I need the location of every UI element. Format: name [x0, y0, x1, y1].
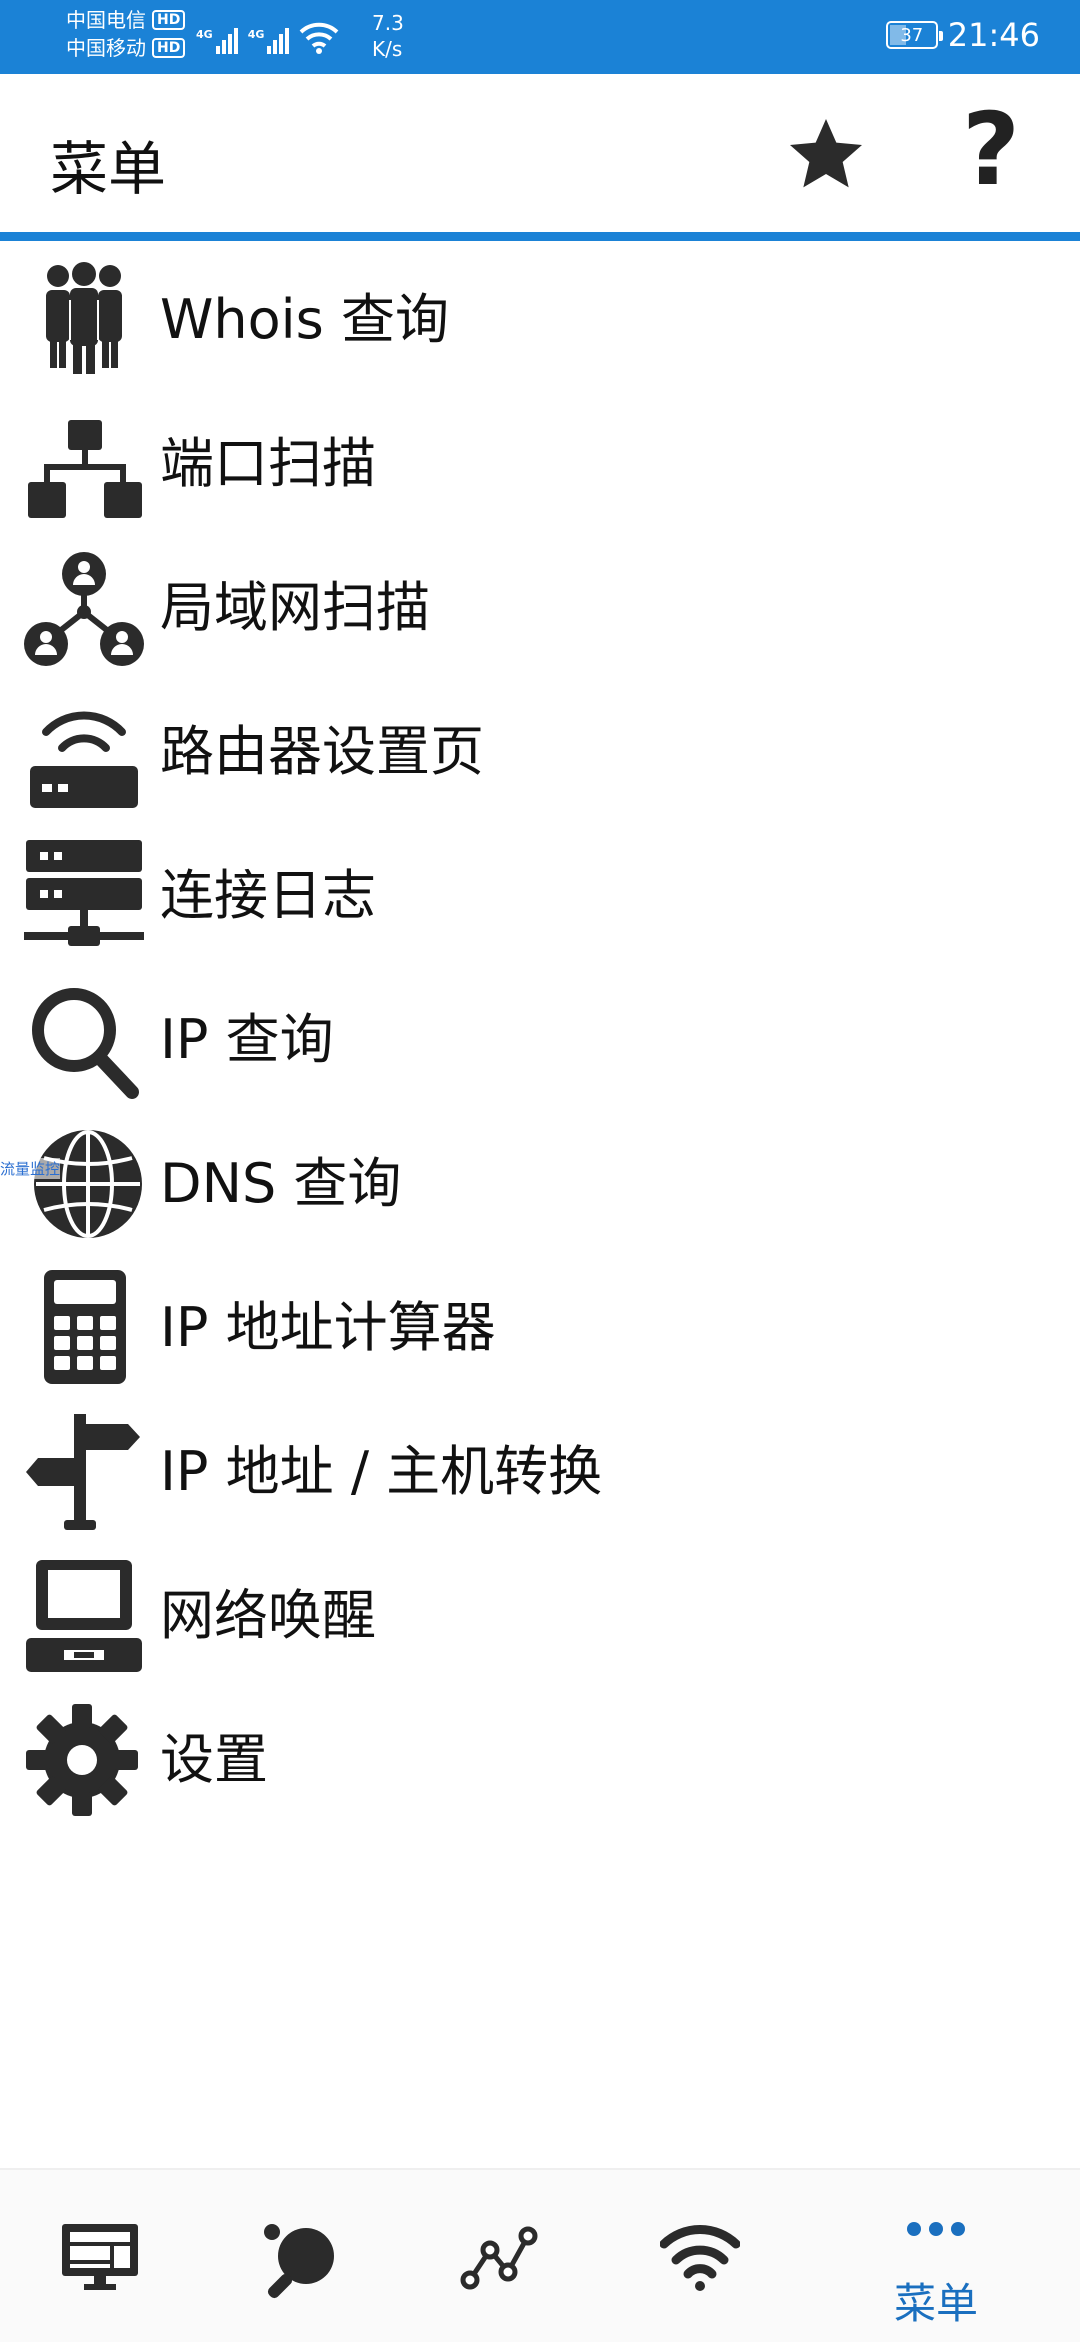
nav-item-wifi[interactable] — [630, 2170, 770, 2342]
network-speed: 7.3 K/s — [372, 10, 404, 62]
network-users-icon — [24, 552, 144, 666]
menu-label: IP 地址计算器 — [160, 1296, 496, 1359]
speed-unit: K/s — [372, 37, 403, 61]
graph-nodes-icon — [460, 2226, 538, 2290]
menu-item-port-scan[interactable]: 端口扫描 — [0, 392, 1080, 536]
signpost-icon — [26, 1414, 140, 1530]
signal-strength-icon: 4G — [196, 28, 238, 54]
status-bar: 中国电信 HD 中国移动 HD 4G 4G 7.3 K/s 37 21:46 — [0, 0, 1080, 74]
server-icon — [24, 840, 144, 946]
sitemap-icon — [28, 420, 142, 518]
net-type-1: 4G — [196, 28, 213, 41]
menu-label: 端口扫描 — [160, 432, 376, 495]
clock: 21:46 — [947, 16, 1040, 54]
menu-item-wake-on-lan[interactable]: 网络唤醒 — [0, 1544, 1080, 1688]
menu-label: Whois 查询 — [160, 288, 449, 351]
menu-item-ip-calculator[interactable]: IP 地址计算器 — [0, 1256, 1080, 1400]
hd-badge-1: HD — [152, 10, 186, 30]
net-type-2: 4G — [247, 28, 265, 41]
menu-label: 设置 — [160, 1728, 268, 1791]
more-dots-icon — [907, 2222, 965, 2236]
menu-item-ip-lookup[interactable]: IP 查询 — [0, 968, 1080, 1112]
menu-item-router-page[interactable]: 路由器设置页 — [0, 680, 1080, 824]
menu-item-whois[interactable]: Whois 查询 — [0, 248, 1080, 392]
menu-item-connection-log[interactable]: 连接日志 — [0, 824, 1080, 968]
menu-item-settings[interactable]: 设置 — [0, 1688, 1080, 1832]
page-title: 菜单 — [50, 135, 167, 203]
menu-label: DNS 查询 — [160, 1152, 402, 1215]
menu-label: 连接日志 — [160, 864, 376, 927]
menu-label: 网络唤醒 — [160, 1584, 376, 1647]
carrier-2: 中国移动 — [66, 36, 146, 60]
menu-item-dns-lookup[interactable]: DNS 查询 — [0, 1112, 1080, 1256]
calculator-icon — [44, 1270, 126, 1384]
app-header: 菜单 ? — [0, 74, 1080, 241]
battery-level: 37 — [900, 24, 924, 46]
traffic-monitor-tag[interactable]: 流量监控 — [0, 1158, 61, 1179]
nav-item-ping[interactable] — [230, 2170, 370, 2342]
hd-badge-2: HD — [152, 38, 186, 58]
globe-icon — [34, 1130, 142, 1238]
people-group-icon — [46, 262, 122, 374]
star-icon[interactable] — [786, 114, 866, 194]
signal-strength-icon: 4G — [248, 28, 290, 54]
bottom-nav: 菜单 — [0, 2168, 1080, 2342]
battery-icon: 37 — [885, 21, 943, 49]
menu-label: 路由器设置页 — [160, 720, 484, 783]
ping-pong-icon — [264, 2224, 334, 2299]
carrier-info: 中国电信 HD 中国移动 HD — [66, 6, 186, 62]
monitor-icon — [62, 2224, 138, 2290]
menu-label: IP 地址 / 主机转换 — [160, 1440, 603, 1503]
carrier-1: 中国电信 — [66, 8, 146, 32]
nav-label-menu: 菜单 — [893, 2279, 978, 2328]
nav-item-graph[interactable] — [430, 2170, 570, 2342]
wifi-icon — [660, 2225, 740, 2291]
help-button[interactable]: ? — [962, 100, 1020, 200]
wifi-status-icon — [299, 22, 339, 54]
signal-indicators: 4G 4G — [196, 14, 339, 54]
menu-item-lan-scan[interactable]: 局域网扫描 — [0, 536, 1080, 680]
speed-value: 7.3 — [372, 11, 404, 35]
desktop-computer-icon — [26, 1560, 142, 1672]
menu-label: 局域网扫描 — [160, 576, 430, 639]
nav-item-menu[interactable]: 菜单 — [866, 2170, 1006, 2342]
magnifier-icon — [32, 988, 139, 1099]
menu-item-ip-host-convert[interactable]: IP 地址 / 主机转换 — [0, 1400, 1080, 1544]
gear-icon — [26, 1704, 138, 1816]
router-icon — [30, 711, 138, 808]
nav-item-monitor[interactable] — [30, 2170, 170, 2342]
menu-label: IP 查询 — [160, 1008, 334, 1071]
